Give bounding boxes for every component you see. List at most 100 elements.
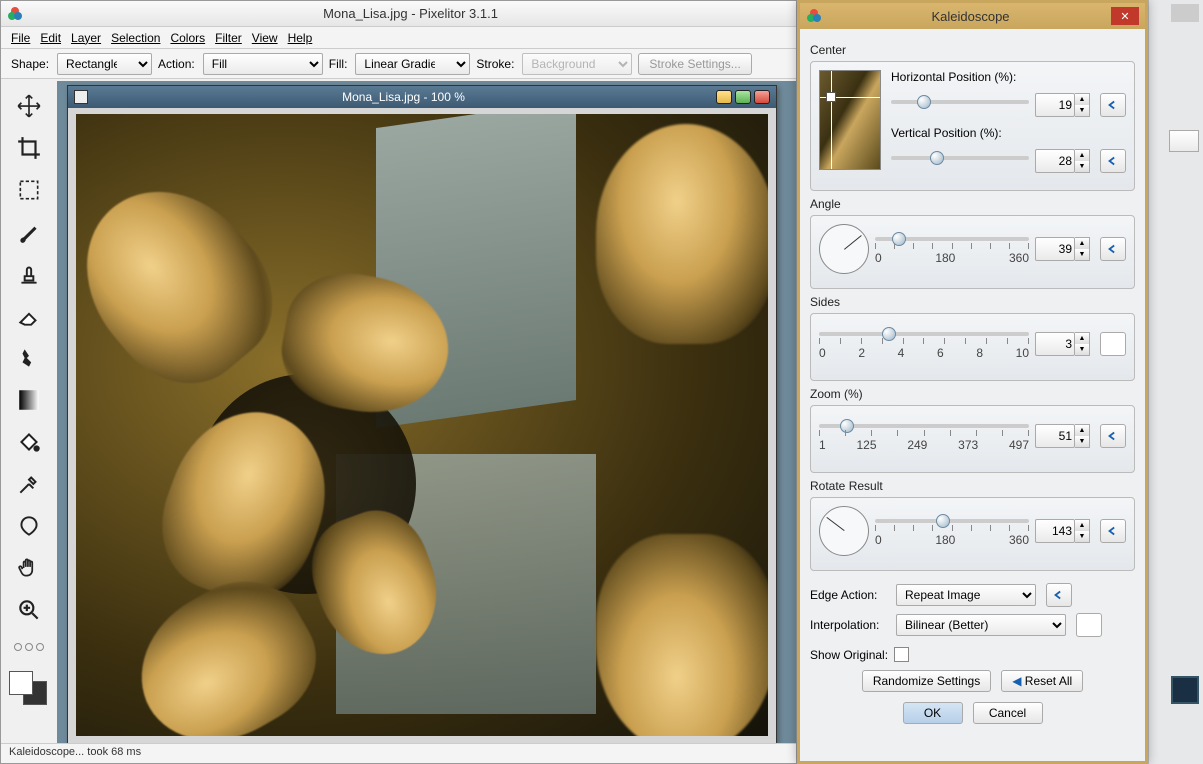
edge-action-select[interactable]: Repeat Image [896, 584, 1036, 606]
workspace: Mona_Lisa.jpg - 100 % [1, 81, 796, 743]
rotate-slider[interactable]: 0180360 [875, 509, 1029, 553]
interpolation-reset-button[interactable] [1076, 613, 1102, 637]
angle-reset-button[interactable] [1100, 237, 1126, 261]
bg-dropdown[interactable] [1169, 130, 1199, 152]
fill-select[interactable]: Linear Gradient [355, 53, 470, 75]
option-bar: Shape: Rectangle Action: Fill Fill: Line… [1, 49, 796, 79]
color-wells[interactable] [9, 663, 49, 703]
angle-dial[interactable] [819, 224, 869, 274]
eyedropper-tool[interactable] [9, 465, 49, 503]
brush-tool[interactable] [9, 213, 49, 251]
sides-label: Sides [810, 295, 1135, 309]
edge-action-reset-button[interactable] [1046, 583, 1072, 607]
gradient-tool[interactable] [9, 381, 49, 419]
action-select[interactable]: Fill [203, 53, 323, 75]
document-canvas[interactable] [76, 114, 768, 736]
interpolation-select[interactable]: Bilinear (Better) [896, 614, 1066, 636]
center-panel: Horizontal Position (%): ▲▼ Vertical Pos… [810, 61, 1135, 191]
menu-layer[interactable]: Layer [71, 31, 101, 45]
hpos-slider[interactable] [891, 90, 1029, 120]
show-original-label: Show Original: [810, 648, 888, 662]
main-title-bar: Mona_Lisa.jpg - Pixelitor 3.1.1 [1, 1, 796, 27]
canvas-area: Mona_Lisa.jpg - 100 % [57, 81, 796, 743]
menu-view[interactable]: View [252, 31, 278, 45]
hpos-spinner[interactable]: ▲▼ [1035, 93, 1090, 117]
smudge-tool[interactable] [9, 339, 49, 377]
randomize-button[interactable]: Randomize Settings [862, 670, 991, 692]
fg-color[interactable] [9, 671, 33, 695]
rotate-panel: 0180360 ▲▼ [810, 497, 1135, 571]
main-title: Mona_Lisa.jpg - Pixelitor 3.1.1 [31, 6, 790, 21]
rotate-spinner[interactable]: ▲▼ [1035, 519, 1090, 543]
ok-button[interactable]: OK [903, 702, 963, 724]
shape-select[interactable]: Rectangle [57, 53, 152, 75]
crop-tool[interactable] [9, 129, 49, 167]
document-window: Mona_Lisa.jpg - 100 % [67, 85, 777, 745]
hand-tool[interactable] [9, 549, 49, 587]
marquee-tool[interactable] [9, 171, 49, 209]
dialog-logo-icon [806, 8, 822, 24]
status-bar: Kaleidoscope... took 68 ms [1, 743, 796, 763]
show-original-checkbox[interactable] [894, 647, 909, 662]
fill-label: Fill: [329, 57, 348, 71]
edge-action-label: Edge Action: [810, 588, 890, 602]
menu-edit[interactable]: Edit [40, 31, 61, 45]
doc-sys-icon [74, 90, 88, 104]
cancel-button[interactable]: Cancel [973, 702, 1043, 724]
swap-colors-icon[interactable] [14, 643, 44, 651]
dialog-title-bar[interactable]: Kaleidoscope ✕ [800, 3, 1145, 29]
interpolation-label: Interpolation: [810, 618, 890, 632]
rotate-reset-button[interactable] [1100, 519, 1126, 543]
zoom-label: Zoom (%) [810, 387, 1135, 401]
stroke-settings-button[interactable]: Stroke Settings... [638, 53, 751, 75]
doc-maximize-button[interactable] [735, 90, 751, 104]
menu-bar: File Edit Layer Selection Colors Filter … [1, 27, 796, 49]
center-thumbnail[interactable] [819, 70, 881, 170]
stroke-label: Stroke: [476, 57, 514, 71]
angle-slider[interactable]: 0180360 [875, 227, 1029, 271]
doc-close-button[interactable] [754, 90, 770, 104]
doc-minimize-button[interactable] [716, 90, 732, 104]
hpos-label: Horizontal Position (%): [891, 70, 1016, 84]
up-arrow-icon: ▲ [1075, 94, 1089, 105]
vpos-slider[interactable] [891, 146, 1029, 176]
reset-all-button[interactable]: ◀ Reset All [1001, 670, 1083, 692]
menu-file[interactable]: File [11, 31, 30, 45]
vpos-reset-button[interactable] [1100, 149, 1126, 173]
sides-spinner[interactable]: ▲▼ [1035, 332, 1090, 356]
angle-spinner[interactable]: ▲▼ [1035, 237, 1090, 261]
vpos-spinner[interactable]: ▲▼ [1035, 149, 1090, 173]
sides-panel: 0246810 ▲▼ [810, 313, 1135, 381]
hpos-reset-button[interactable] [1100, 93, 1126, 117]
tool-strip [1, 81, 57, 743]
menu-selection[interactable]: Selection [111, 31, 160, 45]
bg-close-icon[interactable] [1171, 4, 1199, 22]
zoom-spinner[interactable]: ▲▼ [1035, 424, 1090, 448]
menu-filter[interactable]: Filter [215, 31, 242, 45]
menu-help[interactable]: Help [288, 31, 313, 45]
sides-slider[interactable]: 0246810 [819, 322, 1029, 366]
zoom-tool[interactable] [9, 591, 49, 629]
dialog-title: Kaleidoscope [830, 9, 1111, 24]
kaleidoscope-preview-image [76, 114, 768, 736]
zoom-slider[interactable]: 1125249373497 [819, 414, 1029, 458]
zoom-panel: 1125249373497 ▲▼ [810, 405, 1135, 473]
center-label: Center [810, 43, 1135, 57]
bucket-tool[interactable] [9, 423, 49, 461]
document-title-bar[interactable]: Mona_Lisa.jpg - 100 % [68, 86, 776, 108]
dialog-close-button[interactable]: ✕ [1111, 7, 1139, 25]
kaleidoscope-dialog: Kaleidoscope ✕ Center Horizontal Positio… [797, 0, 1148, 764]
rotate-dial[interactable] [819, 506, 869, 556]
stamp-tool[interactable] [9, 255, 49, 293]
main-window: Mona_Lisa.jpg - Pixelitor 3.1.1 File Edi… [0, 0, 797, 764]
shapes-tool[interactable] [9, 507, 49, 545]
move-tool[interactable] [9, 87, 49, 125]
zoom-reset-button[interactable] [1100, 424, 1126, 448]
down-arrow-icon: ▼ [1075, 105, 1089, 116]
eraser-tool[interactable] [9, 297, 49, 335]
sides-reset-button[interactable] [1100, 332, 1126, 356]
stroke-select[interactable]: Background [522, 53, 632, 75]
bg-color-swatch[interactable] [1171, 676, 1199, 704]
menu-colors[interactable]: Colors [170, 31, 205, 45]
angle-label: Angle [810, 197, 1135, 211]
